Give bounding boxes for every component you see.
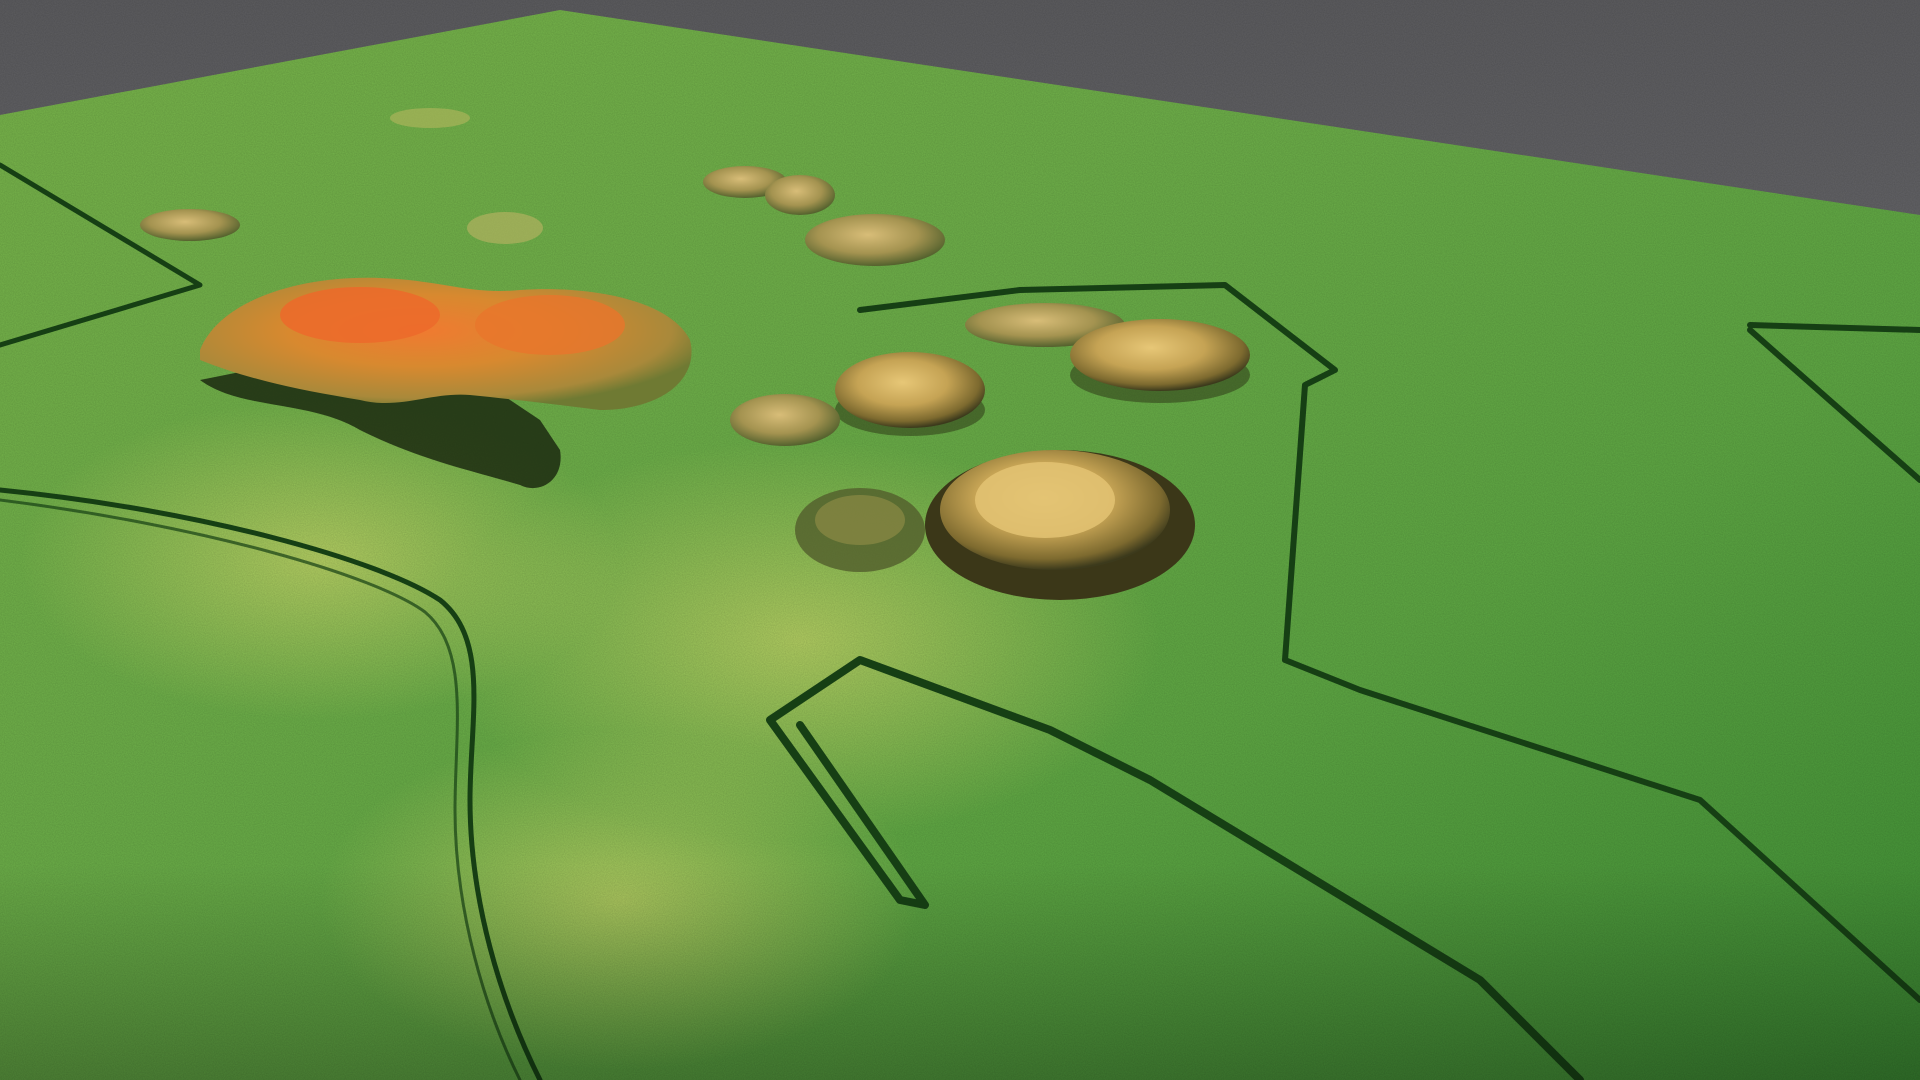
terrain-viewport[interactable] [0,0,1920,1080]
terrain-render [0,0,1920,1080]
vignette [0,0,1920,1080]
